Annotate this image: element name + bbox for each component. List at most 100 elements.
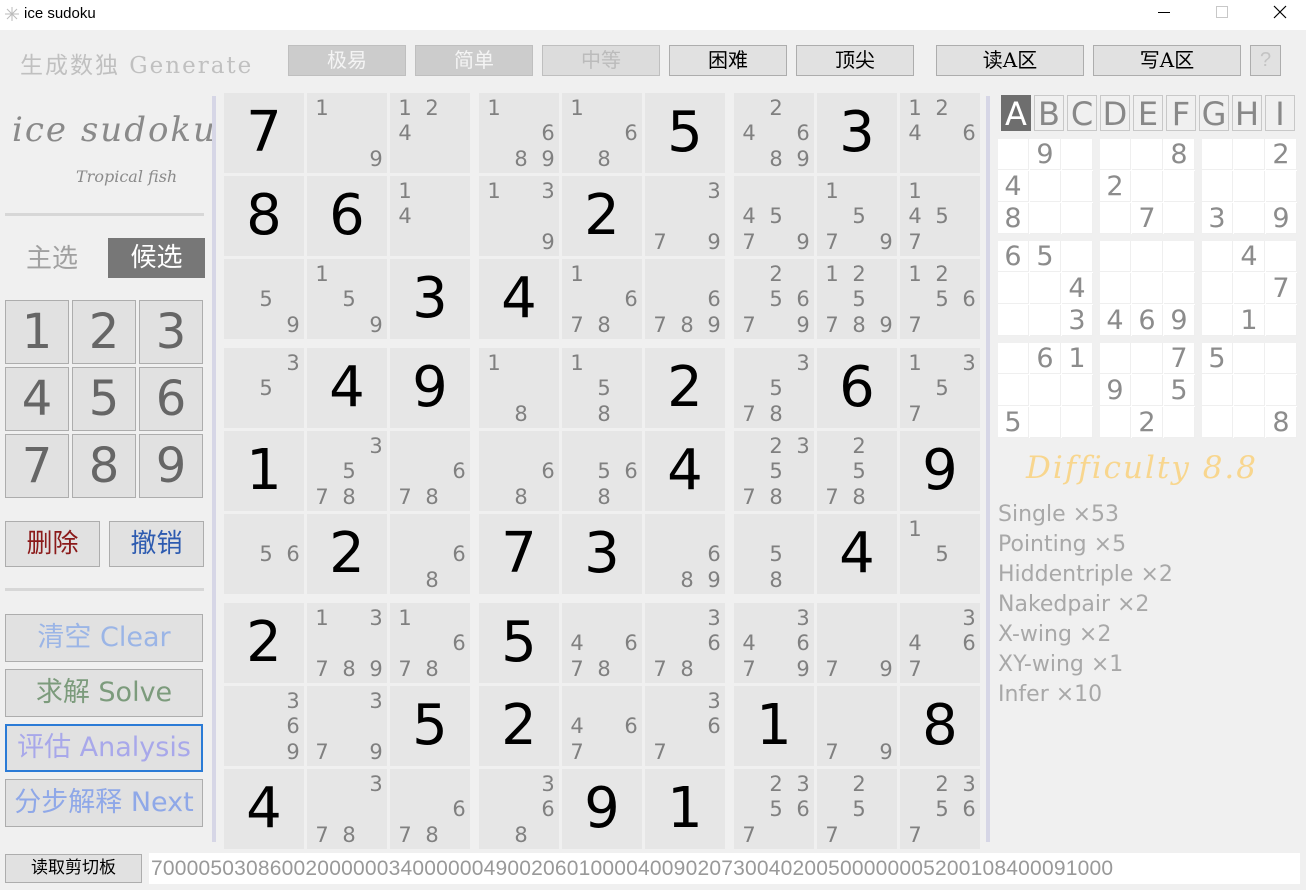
sudoku-cell[interactable]: 1457	[900, 176, 980, 256]
sudoku-cell[interactable]: 2356 7	[900, 769, 980, 849]
sudoku-cell[interactable]: 3	[817, 93, 897, 173]
mini-cell[interactable]: 8	[998, 203, 1029, 234]
mini-cell[interactable]: 3	[1202, 203, 1233, 234]
sudoku-cell[interactable]: 2356 7	[734, 769, 814, 849]
mini-cell[interactable]	[1234, 203, 1265, 234]
sudoku-cell[interactable]: 4	[645, 431, 725, 511]
number-button-4[interactable]: 4	[5, 367, 69, 431]
mini-cell[interactable]: 6	[1030, 343, 1061, 374]
mini-cell[interactable]	[1202, 171, 1233, 202]
mini-cell[interactable]	[1266, 343, 1297, 374]
mini-cell[interactable]	[998, 375, 1029, 406]
tab-main-select[interactable]: 主选	[6, 240, 98, 278]
close-button[interactable]	[1250, 0, 1306, 30]
sudoku-cell[interactable]: 1579	[817, 176, 897, 256]
sudoku-cell[interactable]: 79	[817, 603, 897, 683]
mini-cell[interactable]: 4	[1100, 305, 1131, 336]
sudoku-cell[interactable]: 5	[390, 686, 470, 766]
write-a-button[interactable]: 写A区	[1093, 45, 1241, 76]
number-button-1[interactable]: 1	[5, 300, 69, 364]
number-button-5[interactable]: 5	[72, 367, 136, 431]
sudoku-cell[interactable]: 1 3 9	[479, 176, 559, 256]
sudoku-cell[interactable]: 257	[817, 769, 897, 849]
mini-cell[interactable]	[1030, 273, 1061, 304]
analysis-button[interactable]: 评估 Analysis	[5, 724, 203, 772]
sudoku-cell[interactable]: 124	[390, 93, 470, 173]
mini-cell[interactable]	[1132, 343, 1163, 374]
mini-cell[interactable]: 8	[1266, 407, 1297, 438]
sudoku-cell[interactable]: 9	[900, 431, 980, 511]
mini-cell[interactable]	[1132, 139, 1163, 170]
template-tab-f[interactable]: F	[1166, 95, 1196, 132]
mini-cell[interactable]: 2	[1100, 171, 1131, 202]
sudoku-cell[interactable]: 6 78	[390, 431, 470, 511]
read-a-button[interactable]: 读A区	[936, 45, 1084, 76]
sudoku-cell[interactable]: 1256 7	[900, 259, 980, 339]
mini-cell[interactable]	[998, 343, 1029, 374]
mini-cell[interactable]	[1030, 203, 1061, 234]
minimize-button[interactable]	[1134, 0, 1192, 30]
mini-cell[interactable]	[1234, 139, 1265, 170]
mini-cell[interactable]	[1062, 139, 1093, 170]
number-button-9[interactable]: 9	[139, 434, 203, 498]
level-medium-button[interactable]: 中等	[542, 45, 660, 76]
sudoku-cell[interactable]: 1 357	[900, 348, 980, 428]
number-button-7[interactable]: 7	[5, 434, 69, 498]
mini-cell[interactable]	[1234, 273, 1265, 304]
sudoku-cell[interactable]: 124 6	[900, 93, 980, 173]
mini-cell[interactable]	[1100, 343, 1131, 374]
mini-cell[interactable]: 4	[1062, 273, 1093, 304]
mini-cell[interactable]: 7	[1266, 273, 1297, 304]
mini-cell[interactable]	[1202, 407, 1233, 438]
sudoku-cell[interactable]: 6	[307, 176, 387, 256]
sudoku-cell[interactable]: 23578	[734, 431, 814, 511]
mini-cell[interactable]	[1062, 407, 1093, 438]
sudoku-cell[interactable]: 4 6 7	[562, 686, 642, 766]
sudoku-cell[interactable]: 5	[479, 603, 559, 683]
mini-cell[interactable]: 5	[1030, 241, 1061, 272]
undo-button[interactable]: 撤销	[109, 521, 204, 567]
sudoku-cell[interactable]: 1 3 789	[307, 603, 387, 683]
sudoku-cell[interactable]: 1	[224, 431, 304, 511]
level-very-easy-button[interactable]: 极易	[288, 45, 406, 76]
sudoku-cell[interactable]: 4 6 78	[562, 603, 642, 683]
clear-button[interactable]: 清空 Clear	[5, 614, 203, 662]
sudoku-cell[interactable]: 1689	[479, 93, 559, 173]
mini-cell[interactable]	[1266, 375, 1297, 406]
mini-cell[interactable]: 4	[1234, 241, 1265, 272]
number-button-2[interactable]: 2	[72, 300, 136, 364]
level-easy-button[interactable]: 简单	[415, 45, 533, 76]
mini-cell[interactable]	[1266, 171, 1297, 202]
mini-cell[interactable]	[1100, 139, 1131, 170]
mini-cell[interactable]	[1030, 305, 1061, 336]
sudoku-cell[interactable]: 4	[224, 769, 304, 849]
mini-cell[interactable]	[1132, 273, 1163, 304]
sudoku-cell[interactable]: 18	[479, 348, 559, 428]
sudoku-cell[interactable]: 59	[224, 259, 304, 339]
sudoku-cell[interactable]: 19	[307, 93, 387, 173]
mini-cell[interactable]	[1234, 343, 1265, 374]
sudoku-cell[interactable]: 4	[307, 348, 387, 428]
sudoku-cell[interactable]: 9	[562, 769, 642, 849]
mini-cell[interactable]	[1132, 171, 1163, 202]
mini-cell[interactable]	[1164, 171, 1195, 202]
sudoku-cell[interactable]: 6	[817, 348, 897, 428]
sudoku-cell[interactable]: 7	[224, 93, 304, 173]
mini-cell[interactable]	[1062, 241, 1093, 272]
mini-cell[interactable]: 2	[1266, 139, 1297, 170]
sudoku-cell[interactable]: 24 689	[734, 93, 814, 173]
sudoku-cell[interactable]: 79	[817, 686, 897, 766]
sudoku-cell[interactable]: 3 4 6 7 9	[734, 603, 814, 683]
mini-cell[interactable]	[1164, 273, 1195, 304]
sudoku-cell[interactable]: 7	[479, 514, 559, 594]
read-clipboard-button[interactable]: 读取剪切板	[5, 854, 142, 883]
sudoku-cell[interactable]: 3 78	[307, 769, 387, 849]
sudoku-cell[interactable]: 14	[390, 176, 470, 256]
sudoku-cell[interactable]: 1678	[562, 259, 642, 339]
sudoku-cell[interactable]: 1	[645, 769, 725, 849]
sudoku-cell[interactable]: 457 9	[734, 176, 814, 256]
mini-cell[interactable]: 9	[1164, 305, 1195, 336]
sudoku-cell[interactable]: 8	[900, 686, 980, 766]
sudoku-cell[interactable]: 3578	[734, 348, 814, 428]
sudoku-cell[interactable]: 689	[645, 514, 725, 594]
